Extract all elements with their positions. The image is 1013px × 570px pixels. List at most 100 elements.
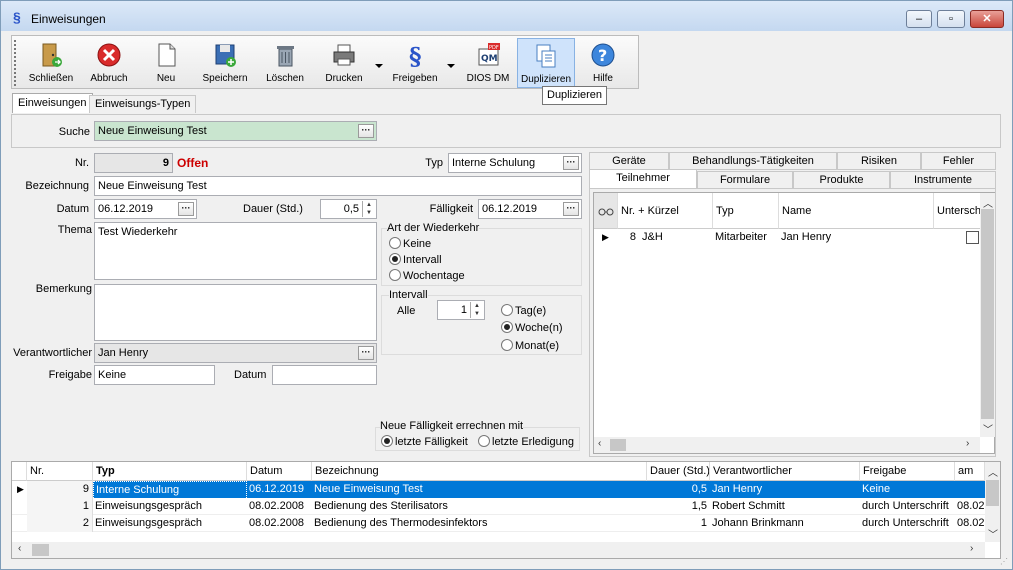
col-nr-kuerzel[interactable]: Nr. + Kürzel [618,193,713,229]
col-typ[interactable]: Typ [713,193,779,229]
dios-dm-label: DIOS DM [466,73,510,84]
col-verantwortlicher[interactable]: Verantwortlicher [710,462,860,481]
help-button[interactable]: ? Hilfe [580,38,626,88]
teilnehmer-vscrollbar[interactable]: ︿ ﹀ [980,193,995,437]
bemerkung-textarea[interactable] [94,284,377,341]
datum-value: 06.12.2019 [98,203,154,215]
typ-lookup-button[interactable]: ··· [563,156,579,170]
tab-produkte[interactable]: Produkte [793,171,890,189]
freigabe-field[interactable]: Keine [94,365,215,385]
scroll-up-arrow-icon[interactable]: ︿ [988,464,998,479]
typ-value: Interne Schulung [452,157,536,169]
dauer-field[interactable]: 0,5 ▲ ▼ [320,199,377,219]
letzte-erledigung-label: letzte Erledigung [492,436,574,448]
scroll-down-arrow-icon[interactable]: ﹀ [983,421,993,436]
faelligkeit-picker-button[interactable]: ··· [563,202,579,216]
duplicate-button[interactable]: Duplizieren [517,38,575,88]
dauer-spinner[interactable]: ▲ ▼ [362,201,375,217]
new-button[interactable]: Neu [144,38,188,88]
intervall-spinner[interactable]: ▲ ▼ [470,302,483,318]
delete-button[interactable]: Löschen [262,38,308,88]
datum-picker-button[interactable]: ··· [178,202,194,216]
scroll-thumb[interactable] [610,439,626,451]
wiederkehr-wochentage-radio[interactable]: Wochentage [389,269,465,282]
dios-dm-button[interactable]: PDF QM DIOS DM [462,38,514,88]
thema-textarea[interactable]: Test Wiederkehr [94,222,377,280]
tab-behandlungs-taetigkeiten[interactable]: Behandlungs-Tätigkeiten [669,152,837,170]
tab-einweisungs-typen[interactable]: Einweisungs-Typen [89,95,197,113]
col-nr[interactable]: Nr. [27,462,93,481]
verantwortlicher-lookup-button[interactable]: ··· [358,346,374,360]
release-button[interactable]: § Freigeben [390,38,440,88]
wiederkehr-keine-radio[interactable]: Keine [389,237,431,250]
col-name[interactable]: Name [779,193,934,229]
col-typ[interactable]: Typ [93,462,247,481]
intervall-alle-field[interactable]: 1 ▲ ▼ [437,300,485,320]
intervall-monate-radio[interactable]: Monat(e) [501,339,559,352]
table-row[interactable]: 2 Einweisungsgespräch 08.02.2008 Bedienu… [12,515,985,532]
tab-einweisungen[interactable]: Einweisungen [12,93,93,113]
radio-dot [389,269,401,281]
col-freigabe[interactable]: Freigabe [860,462,955,481]
typ-field[interactable]: Interne Schulung ··· [448,153,582,173]
scroll-down-arrow-icon[interactable]: ﹀ [988,526,998,541]
cell-am: 08.02. [957,517,985,529]
wiederkehr-intervall-radio[interactable]: Intervall [389,253,442,266]
table-row[interactable]: ▶ 8 J&H Mitarbeiter Jan Henry [594,229,980,246]
print-button[interactable]: Drucken [320,38,368,88]
tab-instrumente[interactable]: Instrumente [890,171,996,189]
einweisungen-table: Nr. Typ Datum Bezeichnung Dauer (Std.) V… [11,461,1001,559]
col-bezeichnung[interactable]: Bezeichnung [312,462,647,481]
search-input[interactable]: Neue Einweisung Test ··· [94,121,377,141]
letzte-faelligkeit-radio[interactable]: letzte Fälligkeit [381,435,468,448]
intervall-wochen-radio[interactable]: Woche(n) [501,321,562,334]
scroll-thumb[interactable] [32,544,49,556]
scroll-thumb[interactable] [986,480,999,506]
minimize-button[interactable]: – [906,10,932,28]
scroll-thumb[interactable] [981,209,994,419]
close-button[interactable]: ✕ [970,10,1004,28]
tab-fehler[interactable]: Fehler [921,152,996,170]
maximize-button[interactable]: ▫ [937,10,965,28]
col-dauer[interactable]: Dauer (Std.) [647,462,710,481]
cancel-button[interactable]: Abbruch [86,38,132,88]
intervall-tage-radio[interactable]: Tag(e) [501,304,546,317]
release-dropdown-arrow[interactable] [447,64,455,68]
new-label: Neu [156,73,176,84]
scroll-right-arrow-icon[interactable]: › [970,543,973,554]
freigabe-datum-field[interactable] [272,365,377,385]
letzte-erledigung-radio[interactable]: letzte Erledigung [478,435,574,448]
close-window-button[interactable]: Schließen [28,38,74,88]
freigabe-label: Freigabe [48,369,92,381]
scroll-left-arrow-icon[interactable]: ‹ [18,543,21,554]
table-row[interactable]: 1 Einweisungsgespräch 08.02.2008 Bedienu… [12,498,985,515]
datum-field[interactable]: 06.12.2019 ··· [94,199,197,219]
print-dropdown-arrow[interactable] [375,64,383,68]
col-am[interactable]: am [955,462,985,481]
scroll-up-arrow-icon[interactable]: ︿ [983,195,993,210]
tab-teilnehmer[interactable]: Teilnehmer [589,169,697,189]
faelligkeit-field[interactable]: 06.12.2019 ··· [478,199,582,219]
save-button[interactable]: Speichern [200,38,250,88]
scroll-right-arrow-icon[interactable]: › [966,438,969,449]
teilnehmer-hscrollbar[interactable]: ‹ › [594,437,980,453]
col-datum[interactable]: Datum [247,462,312,481]
table-vscrollbar[interactable]: ︿ ﹀ [985,462,1000,542]
verantwortlicher-value: Jan Henry [98,347,149,359]
dios-dm-icon: PDF QM [478,43,500,66]
verantwortlicher-field[interactable]: Jan Henry ··· [94,343,377,363]
grid-options-button[interactable] [594,193,618,229]
bezeichnung-field[interactable]: Neue Einweisung Test [94,176,582,196]
resize-grip[interactable]: ⋰ [1000,557,1010,567]
search-lookup-button[interactable]: ··· [358,124,374,138]
tab-geraete[interactable]: Geräte [589,152,669,170]
col-unterschrift[interactable]: Unterschr [934,193,980,229]
table-hscrollbar[interactable]: ‹ › [12,542,985,558]
cell-typ: Einweisungsgespräch [95,517,203,529]
tab-risiken[interactable]: Risiken [837,152,921,170]
toolbar-grip[interactable] [14,40,18,86]
participant-unterschrift-checkbox[interactable] [966,231,979,244]
scroll-left-arrow-icon[interactable]: ‹ [598,438,601,449]
table-row-selected[interactable]: ▶ 9 Interne Schulung 06.12.2019 Neue Ein… [12,481,985,500]
tab-formulare[interactable]: Formulare [697,171,793,189]
